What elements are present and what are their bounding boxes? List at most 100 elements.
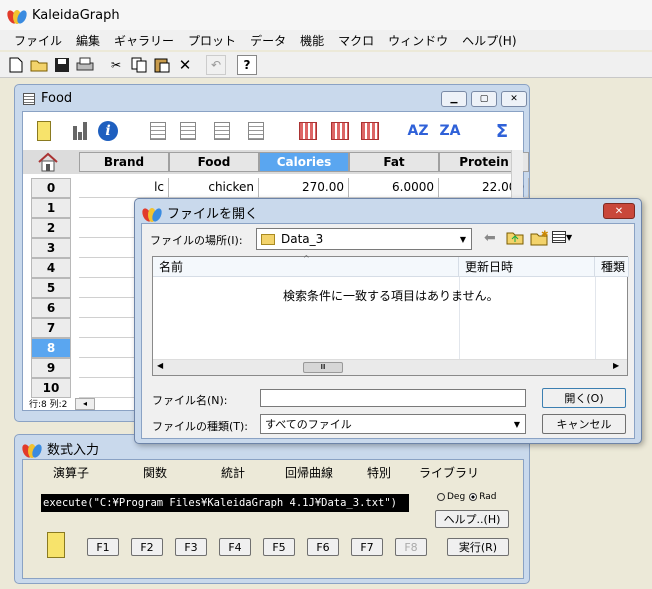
minimize-button[interactable]: ▁: [441, 91, 467, 107]
help-icon[interactable]: ?: [237, 54, 257, 75]
column-header-calories[interactable]: Calories: [259, 152, 349, 172]
formula-menu-functions[interactable]: 関数: [143, 464, 167, 481]
new-folder-icon[interactable]: ✱: [530, 230, 549, 249]
scroll-left-icon[interactable]: ◂: [75, 398, 95, 410]
run-button[interactable]: 実行(R): [447, 538, 509, 556]
f3-button[interactable]: F3: [175, 538, 207, 556]
open-button[interactable]: 開く(O): [542, 388, 626, 408]
new-file-icon[interactable]: [6, 55, 26, 75]
insert-row-arrow-icon[interactable]: [245, 120, 267, 142]
menu-plot[interactable]: プロット: [188, 32, 236, 49]
column-header-brand[interactable]: Brand: [79, 152, 169, 172]
f8-button[interactable]: F8: [395, 538, 427, 556]
f5-button[interactable]: F5: [263, 538, 295, 556]
formula-window-title: 数式入力: [20, 439, 99, 459]
formula-input[interactable]: execute("C:¥Program Files¥KaleidaGraph 4…: [41, 494, 409, 512]
insert-column-arrow-icon[interactable]: [177, 120, 199, 142]
print-icon[interactable]: [75, 55, 95, 75]
info-icon[interactable]: i: [97, 120, 119, 142]
horizontal-scrollbar[interactable]: ◀ Ⅲ ▶: [153, 359, 627, 375]
cancel-button[interactable]: キャンセル: [542, 414, 626, 434]
f7-button[interactable]: F7: [351, 538, 383, 556]
insert-row-icon[interactable]: [211, 120, 233, 142]
open-folder-icon[interactable]: [29, 55, 49, 75]
f1-button[interactable]: F1: [87, 538, 119, 556]
back-icon[interactable]: ⬅: [484, 230, 496, 246]
cell-calories-0[interactable]: 270.00: [259, 178, 349, 198]
f6-button[interactable]: F6: [307, 538, 339, 556]
row-header-7[interactable]: 7: [31, 318, 71, 338]
row-header-5[interactable]: 5: [31, 278, 71, 298]
app-title: KaleidaGraph: [32, 7, 120, 23]
notes-icon[interactable]: [33, 120, 55, 142]
formula-menu-operators[interactable]: 演算子: [53, 464, 89, 481]
row-header-10[interactable]: 10: [31, 378, 71, 398]
row-header-1[interactable]: 1: [31, 198, 71, 218]
delete-icon[interactable]: ✕: [175, 55, 195, 75]
dialog-close-button[interactable]: ✕: [603, 203, 635, 219]
data-window-title-text: Food: [41, 91, 73, 106]
row-header-0[interactable]: 0: [31, 178, 71, 198]
formula-menu-library[interactable]: ライブラリ: [419, 464, 479, 481]
select-table-icon[interactable]: [297, 120, 319, 142]
menu-edit[interactable]: 編集: [76, 32, 100, 49]
svg-text:✱: ✱: [541, 230, 548, 240]
sort-ascending-icon[interactable]: AZ: [407, 120, 429, 142]
scroll-left-icon[interactable]: ◀: [157, 361, 163, 370]
notes-icon[interactable]: [47, 532, 65, 558]
menu-functions[interactable]: 機能: [300, 32, 324, 49]
home-icon[interactable]: [35, 150, 61, 174]
select-row-icon[interactable]: [359, 120, 381, 142]
scroll-thumb[interactable]: Ⅲ: [303, 362, 343, 373]
f4-button[interactable]: F4: [219, 538, 251, 556]
row-header-9[interactable]: 9: [31, 358, 71, 378]
filetype-combo[interactable]: すべてのファイル ▼: [260, 414, 526, 434]
f2-button[interactable]: F2: [131, 538, 163, 556]
rad-radio[interactable]: [469, 493, 478, 501]
column-header-food[interactable]: Food: [169, 152, 259, 172]
formula-menu-curve-fit[interactable]: 回帰曲線: [285, 464, 333, 481]
cell-column-brand[interactable]: [79, 198, 139, 398]
row-header-2[interactable]: 2: [31, 218, 71, 238]
up-folder-icon[interactable]: [506, 230, 524, 249]
cell-fat-0[interactable]: 6.0000: [349, 178, 439, 198]
undo-icon[interactable]: ↶: [206, 54, 226, 75]
maximize-button[interactable]: ▢: [471, 91, 497, 107]
cell-brand-0[interactable]: lc: [79, 178, 169, 198]
menubar: ファイル 編集 ギャラリー プロット データ 機能 マクロ ウィンドウ ヘルプ(…: [0, 30, 652, 50]
column-stats-icon[interactable]: [69, 120, 91, 142]
view-menu-icon[interactable]: ▼: [552, 231, 572, 243]
row-header-4[interactable]: 4: [31, 258, 71, 278]
menu-macros[interactable]: マクロ: [338, 32, 374, 49]
deg-radio[interactable]: [437, 493, 445, 501]
close-button[interactable]: ✕: [501, 91, 527, 107]
menu-help[interactable]: ヘルプ(H): [462, 32, 516, 49]
row-header-6[interactable]: 6: [31, 298, 71, 318]
formula-menu-special[interactable]: 特別: [367, 464, 391, 481]
row-header-3[interactable]: 3: [31, 238, 71, 258]
list-header-modified[interactable]: 更新日時: [459, 257, 595, 277]
sort-descending-icon[interactable]: ZA: [439, 120, 461, 142]
save-icon[interactable]: [52, 55, 72, 75]
location-combo[interactable]: Data_3 ▼: [256, 228, 472, 250]
copy-icon[interactable]: [129, 55, 149, 75]
column-header-fat[interactable]: Fat: [349, 152, 439, 172]
sum-icon[interactable]: Σ: [491, 120, 513, 142]
formula-help-button[interactable]: ヘルプ..(H): [435, 510, 509, 528]
file-list[interactable]: 名前 ^ 更新日時 種類 検索条件に一致する項目はありません。 ◀ Ⅲ ▶: [152, 254, 629, 376]
cut-icon[interactable]: ✂: [106, 55, 126, 75]
menu-window[interactable]: ウィンドウ: [388, 32, 448, 49]
list-header-type[interactable]: 種類: [595, 257, 629, 277]
insert-column-icon[interactable]: [147, 120, 169, 142]
menu-data[interactable]: データ: [250, 32, 286, 49]
scroll-right-icon[interactable]: ▶: [613, 361, 619, 370]
dialog-title-text: ファイルを開く: [167, 207, 259, 222]
cell-food-0[interactable]: chicken: [169, 178, 259, 198]
filename-input[interactable]: [260, 389, 526, 407]
menu-gallery[interactable]: ギャラリー: [114, 32, 174, 49]
formula-menu-statistics[interactable]: 統計: [221, 464, 245, 481]
menu-file[interactable]: ファイル: [14, 32, 62, 49]
select-column-icon[interactable]: [329, 120, 351, 142]
paste-icon[interactable]: [152, 55, 172, 75]
row-header-8[interactable]: 8: [31, 338, 71, 358]
